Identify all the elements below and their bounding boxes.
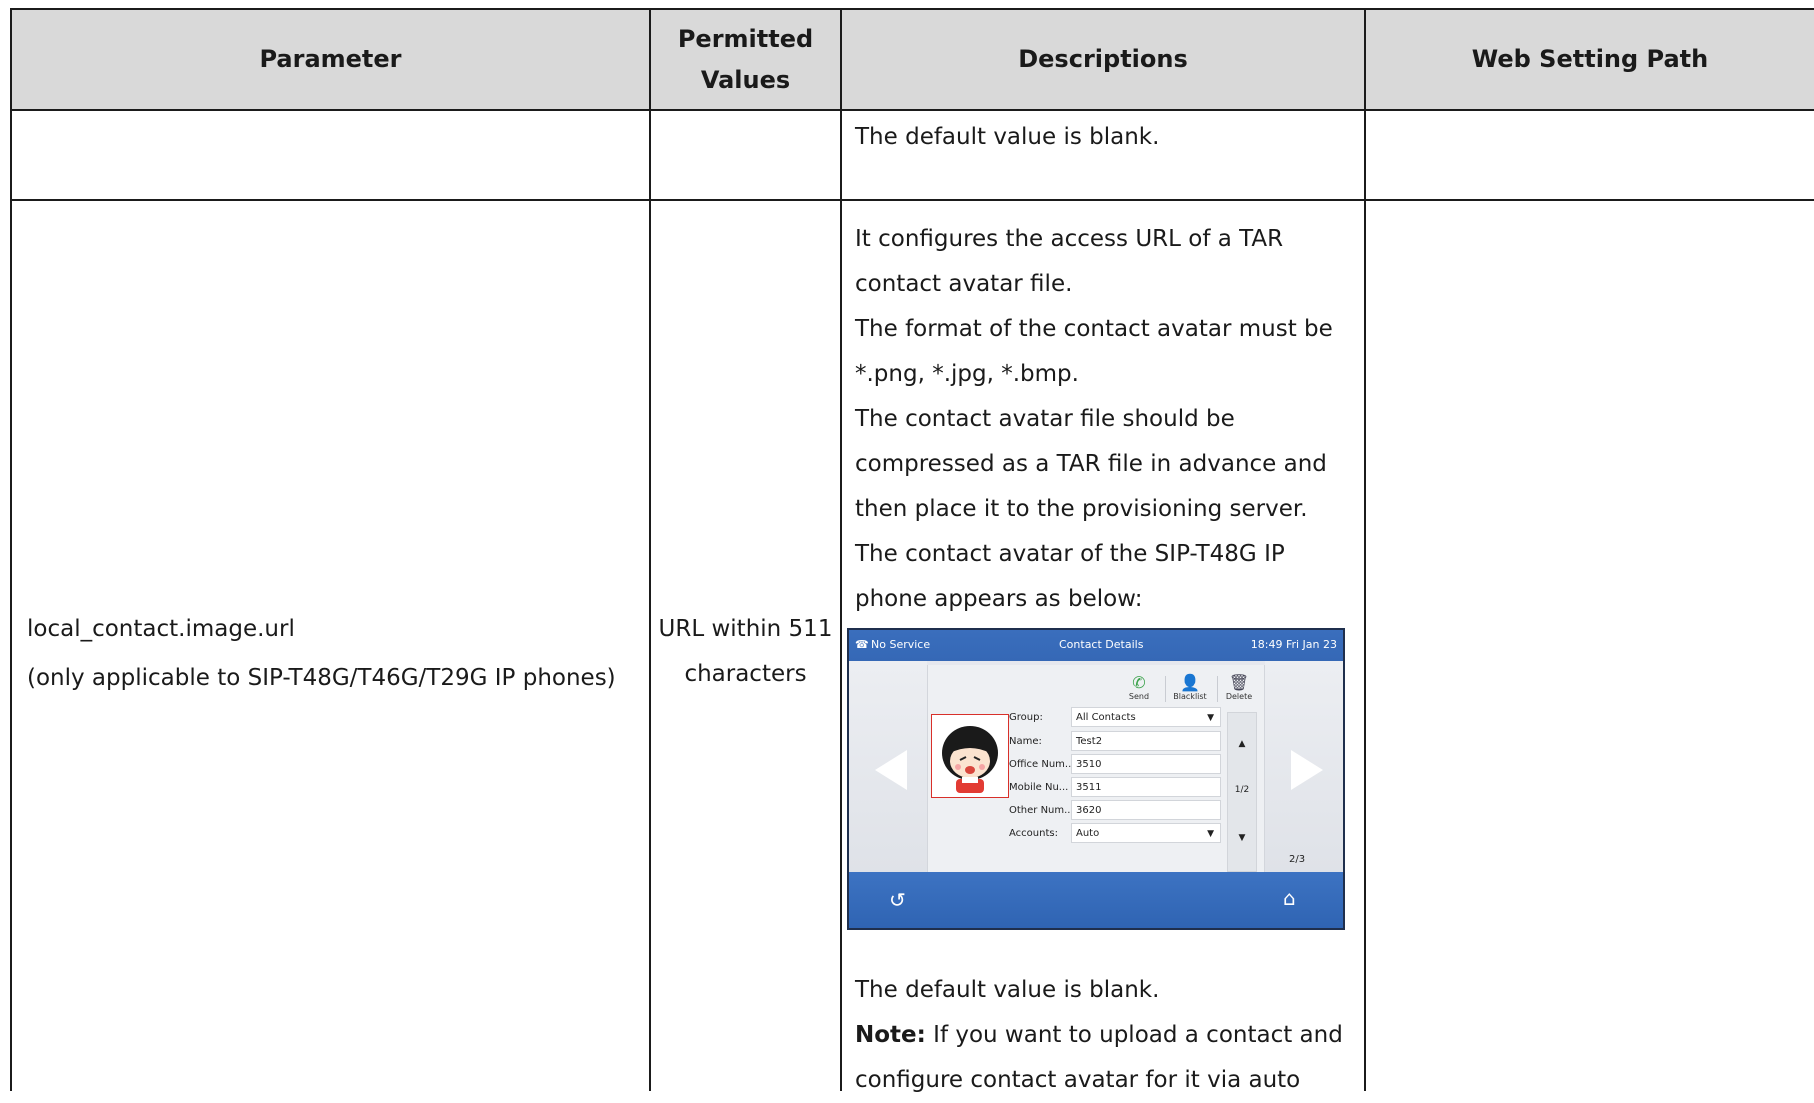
desc-paragraph: It configures the access URL of a TAR co… — [855, 226, 1284, 297]
mobile-number-field[interactable]: 3511 — [1071, 777, 1221, 797]
other-number-field[interactable]: 3620 — [1071, 800, 1221, 820]
delete-label: Delete — [1225, 692, 1253, 701]
header-parameter: Parameter — [259, 45, 402, 73]
send-button[interactable]: ✆ Send — [1119, 673, 1159, 702]
office-number-field[interactable]: 3510 — [1071, 754, 1221, 774]
blacklist-button[interactable]: 👤 Blacklist — [1167, 673, 1213, 702]
header-permitted-line1: Permitted — [677, 24, 814, 53]
permitted-line2: characters — [684, 661, 807, 687]
field-label: Name: — [1009, 736, 1042, 747]
header-permitted-line2: Values — [700, 65, 791, 94]
back-icon[interactable]: ↺ — [889, 888, 906, 912]
header-web-setting-path: Web Setting Path — [1471, 45, 1709, 73]
blacklist-label: Blacklist — [1173, 692, 1207, 701]
screen-title: Contact Details — [1059, 638, 1144, 651]
table-header-divider — [10, 109, 1814, 111]
next-arrow-icon[interactable] — [1291, 750, 1323, 790]
column-divider — [1364, 8, 1366, 1091]
row2-parameter: local_contact.image.url (only applicable… — [27, 607, 637, 701]
dropdown-caret-icon: ▼ — [1207, 713, 1214, 723]
trash-icon: 🗑 — [1228, 673, 1250, 692]
desc-paragraph: The contact avatar of the SIP-T48G IP ph… — [855, 541, 1285, 612]
field-label: Other Num... — [1009, 805, 1074, 816]
field-label: Accounts: — [1009, 828, 1058, 839]
accounts-select[interactable]: Auto ▼ — [1071, 823, 1221, 843]
scroll-down-icon[interactable]: ▼ — [1228, 833, 1256, 843]
desc-paragraph: The format of the contact avatar must be… — [855, 316, 1333, 387]
table-border-left — [10, 8, 12, 1091]
group-select[interactable]: All Contacts ▼ — [1071, 707, 1221, 727]
note-text: If you want to upload a contact and conf… — [855, 1022, 1343, 1093]
desc-default-value: The default value is blank. — [855, 977, 1160, 1003]
phone-status-bar: ☎ No Service Contact Details 18:49 Fri J… — [849, 630, 1343, 661]
parameter-name: local_contact.image.url — [27, 616, 295, 642]
dropdown-caret-icon: ▼ — [1207, 829, 1214, 839]
home-icon[interactable]: ⌂ — [1283, 886, 1296, 910]
row2-description-after: The default value is blank. Note: If you… — [855, 968, 1360, 1103]
prev-arrow-icon[interactable] — [875, 750, 907, 790]
send-label: Send — [1128, 692, 1150, 701]
row2-description: It configures the access URL of a TAR co… — [855, 217, 1360, 622]
scroll-up-icon[interactable]: ▲ — [1228, 739, 1256, 749]
clock: 18:49 Fri Jan 23 — [1250, 638, 1337, 651]
accounts-value: Auto — [1076, 828, 1100, 839]
field-label: Group: — [1009, 712, 1043, 723]
field-label: Mobile Nu... — [1009, 782, 1069, 793]
toolbar-divider — [1165, 676, 1166, 702]
phone-screenshot: ☎ No Service Contact Details 18:49 Fri J… — [847, 628, 1345, 930]
desc-paragraph: The contact avatar file should be compre… — [855, 406, 1327, 522]
column-divider — [649, 8, 651, 1091]
note-label: Note: — [855, 1022, 926, 1048]
phone-call-icon: ✆ — [1132, 673, 1146, 692]
phone-icon: ☎ — [855, 638, 869, 651]
table-row-divider — [10, 199, 1814, 201]
scrollbar[interactable]: ▲ 1/2 ▼ — [1227, 712, 1257, 872]
contact-avatar — [931, 714, 1009, 798]
permitted-line1: URL within 511 — [658, 616, 833, 642]
field-label: Office Num... — [1009, 759, 1075, 770]
avatar-cartoon-icon — [942, 726, 998, 793]
delete-button[interactable]: 🗑 Delete — [1219, 673, 1259, 702]
group-value: All Contacts — [1076, 712, 1136, 723]
user-block-icon: 👤 — [1180, 673, 1200, 692]
status-text: No Service — [871, 638, 931, 651]
name-field[interactable]: Test2 — [1071, 731, 1221, 751]
header-permitted-values: Permitted Values — [651, 10, 840, 109]
toolbar-divider — [1217, 676, 1218, 702]
phone-bottom-bar: ↺ ⌂ — [849, 872, 1343, 928]
row1-description: The default value is blank. — [855, 115, 1355, 160]
parameter-note: (only applicable to SIP-T48G/T46G/T29G I… — [27, 665, 616, 691]
scroll-page: 1/2 — [1234, 785, 1250, 795]
header-descriptions: Descriptions — [1018, 45, 1188, 73]
desc-note: Note: If you want to upload a contact an… — [855, 1013, 1360, 1103]
row1-description-text: The default value is blank. — [855, 124, 1160, 150]
page-indicator: 2/3 — [1289, 854, 1306, 865]
row2-permitted-values: URL within 511 characters — [651, 607, 840, 697]
column-divider — [840, 8, 842, 1091]
